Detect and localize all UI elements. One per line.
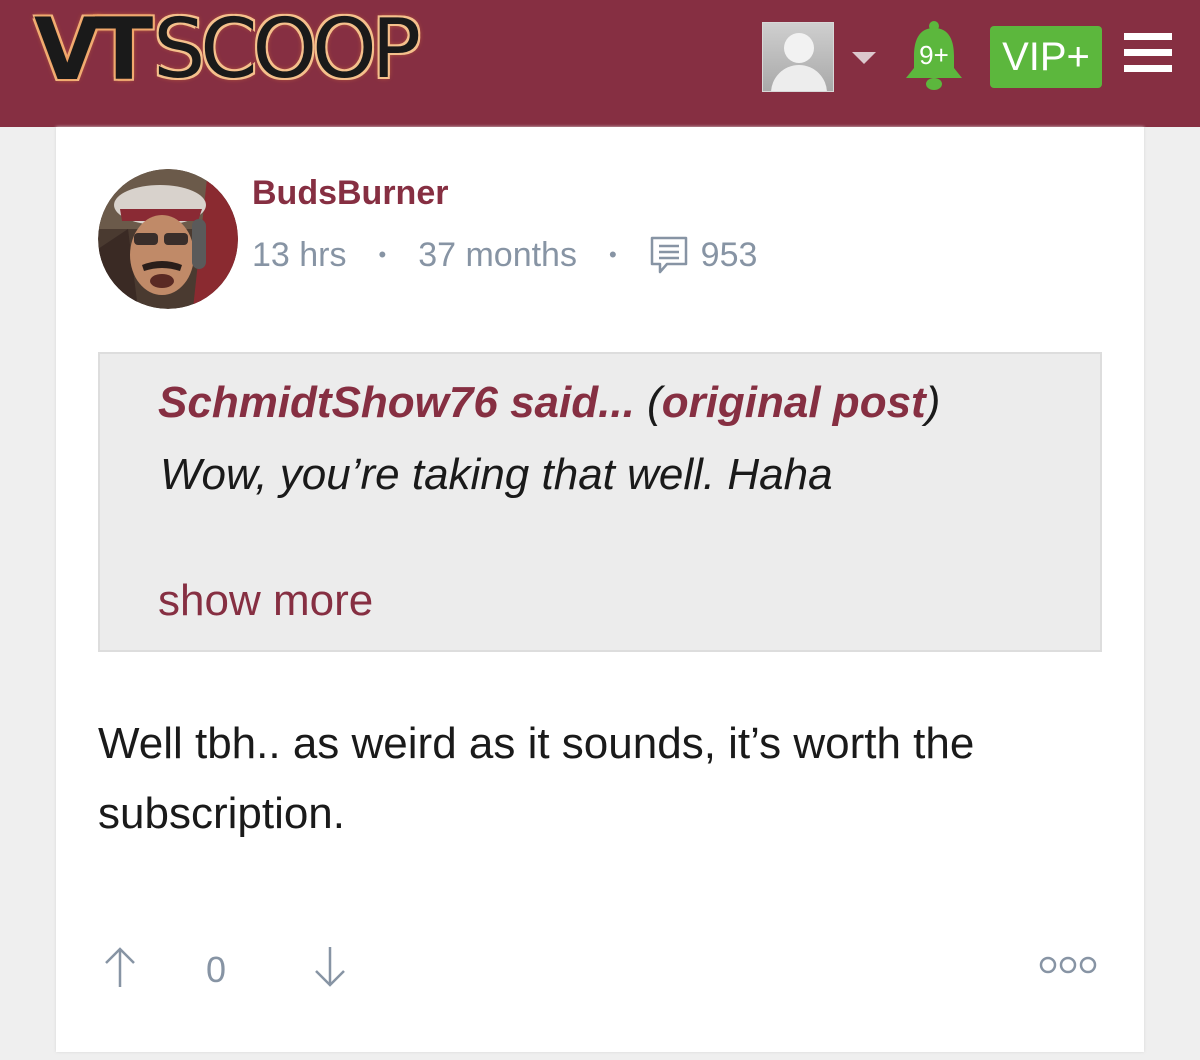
logo-scoop-text: SCOOP <box>153 2 421 97</box>
quote-text: Wow, you’re taking that well. Haha <box>160 450 833 499</box>
notification-count: 9+ <box>919 40 949 70</box>
post-meta: 13 hrs • 37 months • 953 <box>252 235 757 275</box>
comment-icon <box>650 236 687 274</box>
avatar-head <box>784 33 814 63</box>
post-count: 953 <box>700 235 758 274</box>
arrow-up-icon[interactable] <box>100 945 140 989</box>
show-more-link[interactable]: show more <box>158 576 373 626</box>
user-placeholder-icon[interactable] <box>762 22 834 92</box>
paren-close: ) <box>925 378 941 427</box>
post-username[interactable]: BudsBurner <box>252 174 448 213</box>
meta-separator: • <box>608 242 617 267</box>
original-post-link[interactable]: original post <box>662 378 926 427</box>
logo-vt-text: VT <box>34 0 153 100</box>
paren-open: ( <box>647 378 662 427</box>
quote-block: SchmidtShow76 said... (original post) Wo… <box>98 352 1102 652</box>
avatar-shoulders <box>771 65 827 91</box>
post-body-line: Well tbh.. as weird as it sounds, it’s w… <box>98 719 975 768</box>
post-body-line: subscription. <box>98 789 346 838</box>
post-card: BudsBurner 13 hrs • 37 months • 953 Schm… <box>56 127 1144 1052</box>
user-avatar[interactable] <box>98 169 238 309</box>
caret-down-icon[interactable] <box>852 52 876 64</box>
quote-author[interactable]: SchmidtShow76 <box>158 378 498 427</box>
menu-icon[interactable] <box>1124 33 1172 73</box>
post-time[interactable]: 13 hrs <box>252 236 347 275</box>
more-icon[interactable] <box>1038 953 1098 977</box>
top-header: VT SCOOP 9+ VIP+ <box>0 0 1200 127</box>
arrow-down-icon[interactable] <box>310 945 350 989</box>
meta-separator: • <box>378 242 387 267</box>
vote-score: 0 <box>206 949 227 990</box>
quote-header: SchmidtShow76 said... (original post) <box>158 378 940 428</box>
member-duration: 37 months <box>418 235 577 274</box>
vtscoop-logo[interactable]: VT SCOOP <box>34 6 514 94</box>
post-body: Well tbh.. as weird as it sounds, it’s w… <box>98 709 1098 849</box>
vip-plus-button[interactable]: VIP+ <box>990 26 1102 88</box>
quote-said: said... <box>510 378 635 427</box>
